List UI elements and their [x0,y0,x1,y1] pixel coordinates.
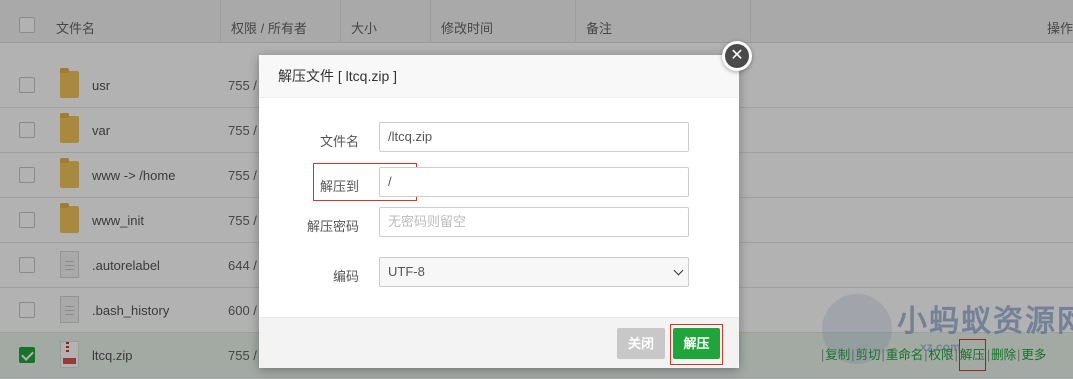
filename-input[interactable]: /ltcq.zip [379,122,689,152]
dialog-close-icon[interactable]: ✕ [722,41,752,71]
close-icon: ✕ [730,47,744,64]
filename-label: 文件名 [319,134,359,149]
unzip-button[interactable]: 解压 [673,328,720,359]
password-label: 解压密码 [306,219,359,234]
dialog-title: 解压文件 [ ltcq.zip ] [259,55,739,98]
password-input[interactable]: 无密码则留空 [379,207,689,237]
chevron-down-icon [673,265,684,276]
target-label: 解压到 [319,179,359,194]
encoding-select[interactable]: UTF-8 [379,257,689,287]
target-path-input[interactable]: / [379,167,689,197]
dialog-footer: 关闭 解压 [259,317,739,368]
close-button[interactable]: 关闭 [617,328,665,359]
encoding-value: UTF-8 [388,264,425,279]
unzip-dialog: 解压文件 [ ltcq.zip ] 文件名 /ltcq.zip 解压到 / 解压… [259,55,739,368]
encoding-label: 编码 [332,269,359,284]
